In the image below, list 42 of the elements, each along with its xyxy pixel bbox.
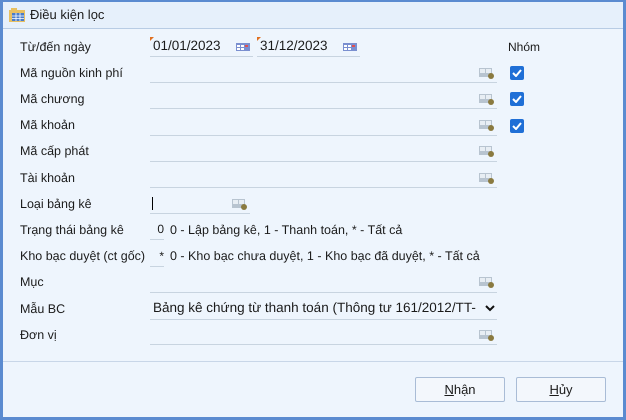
field-label: Đơn vị (20, 326, 58, 344)
lookup-icon[interactable] (479, 328, 495, 341)
dialog-button[interactable]: Nhận (415, 377, 505, 402)
lookup-icon[interactable] (479, 119, 495, 132)
window-title: Điều kiện lọc (30, 6, 104, 24)
field-label: Từ/đến ngày (20, 38, 92, 56)
dialog-button[interactable]: Hủy (516, 377, 606, 402)
lookup-icon[interactable] (232, 198, 248, 210)
check-icon (512, 69, 522, 78)
field-label: Kho bạc duyệt (ct gốc) (20, 248, 146, 266)
lookup-icon[interactable] (479, 276, 495, 288)
field-label: Mã cấp phát (20, 143, 90, 160)
date-field[interactable]: 31/12/2023 (257, 37, 360, 58)
field-label: Mã chương (20, 91, 86, 108)
field-label: Trạng thái bảng kê (20, 222, 125, 240)
check-icon (512, 95, 522, 104)
date-field[interactable]: 01/01/2023 (150, 37, 253, 58)
code-field[interactable]: 0 (150, 220, 164, 240)
lookup-icon[interactable] (479, 92, 495, 105)
lookup-field[interactable] (150, 194, 250, 214)
table-icon (9, 8, 25, 22)
hint-text: 0 - Kho bạc chưa duyệt, 1 - Kho bạc đã duyệt, * - Tất cả (170, 248, 480, 266)
calendar-icon[interactable] (236, 42, 250, 51)
field-label: Mẫu BC (20, 300, 66, 318)
lookup-icon[interactable] (479, 66, 495, 79)
field-label: Tài khoản (20, 170, 76, 187)
lookup-icon[interactable] (479, 172, 495, 184)
field-label: Mã nguồn kinh phí (20, 64, 124, 82)
hint-text: 0 - Lập bảng kê, 1 - Thanh toán, * - Tất cả (170, 222, 402, 240)
group-checkbox[interactable] (510, 92, 524, 106)
report-select[interactable]: Bảng kê chứng từ thanh toán (Thông tư 161/2012/TT- (150, 298, 497, 320)
field-label: Mục (20, 274, 45, 292)
code-field[interactable]: * (150, 246, 164, 267)
group-checkbox[interactable] (510, 66, 524, 80)
group-checkbox[interactable] (510, 118, 524, 133)
chevron-down-icon (485, 304, 495, 312)
calendar-icon[interactable] (343, 42, 357, 51)
group-header: Nhóm (508, 39, 540, 56)
field-label: Loại bảng kê (20, 196, 93, 213)
lookup-icon[interactable] (479, 145, 495, 158)
field-label: Mã khoản (20, 117, 76, 134)
check-icon (512, 122, 522, 130)
